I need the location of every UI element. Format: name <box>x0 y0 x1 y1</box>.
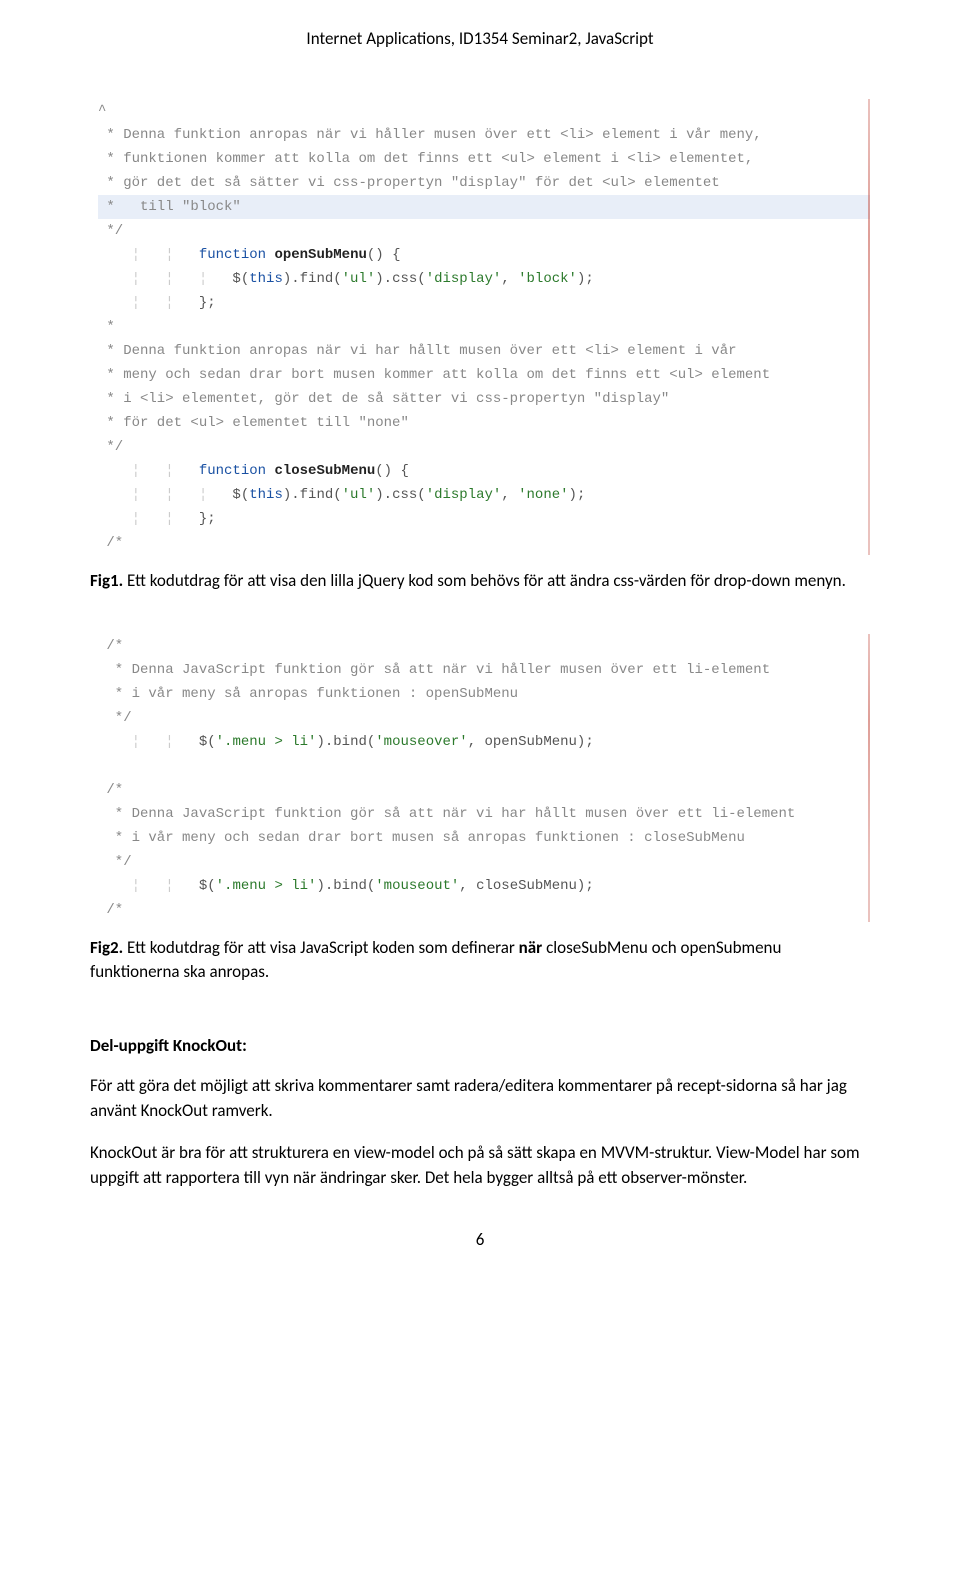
code-line: /* <box>98 634 870 658</box>
margin-rule <box>868 634 870 922</box>
code-line: ¦ ¦ }; <box>98 291 870 315</box>
code-line: ¦ ¦ function closeSubMenu() { <box>98 459 870 483</box>
code-line: ¦ ¦ $('.menu > li').bind('mouseover', op… <box>98 730 870 754</box>
code-figure-1: ^ * Denna funktion anropas när vi håller… <box>90 99 870 555</box>
page-number: 6 <box>0 1229 960 1250</box>
code-line: * i vår meny och sedan drar bort musen s… <box>98 826 870 850</box>
figure1-caption: Fig1. Ett kodutdrag för att visa den lil… <box>90 569 870 594</box>
code-line: * funktionen kommer att kolla om det fin… <box>98 147 870 171</box>
code-line: * Denna funktion anropas när vi håller m… <box>98 123 870 147</box>
code-line: ¦ ¦ function openSubMenu() { <box>98 243 870 267</box>
code-line: * Denna funktion anropas när vi har håll… <box>98 339 870 363</box>
body-paragraph: KnockOut är bra för att strukturera en v… <box>90 1141 870 1190</box>
code-line: * gör det det så sätter vi css-propertyn… <box>98 171 870 195</box>
figure2-caption: Fig2. Ett kodutdrag för att visa JavaScr… <box>90 936 870 985</box>
code-line: ¦ ¦ ¦ $(this).find('ul').css('display', … <box>98 267 870 291</box>
code-figure-2: /* * Denna JavaScript funktion gör så at… <box>90 634 870 922</box>
section-heading-knockout: Del-uppgift KnockOut: <box>90 1035 870 1056</box>
code-line-highlighted: * till "block" <box>98 195 870 219</box>
code-line: ¦ ¦ ¦ $(this).find('ul').css('display', … <box>98 483 870 507</box>
page-header: Internet Applications, ID1354 Seminar2, … <box>90 0 870 99</box>
code-line: * <box>98 315 870 339</box>
code-line: /* <box>98 898 870 922</box>
code-line <box>98 754 870 778</box>
code-line: * meny och sedan drar bort musen kommer … <box>98 363 870 387</box>
code-line: * Denna JavaScript funktion gör så att n… <box>98 802 870 826</box>
code-line: * i vår meny så anropas funktionen : ope… <box>98 682 870 706</box>
code-line: * för det <ul> elementet till "none" <box>98 411 870 435</box>
code-line: * i <li> elementet, gör det de så sätter… <box>98 387 870 411</box>
code-line: /* <box>98 531 870 555</box>
code-line: ¦ ¦ $('.menu > li').bind('mouseout', clo… <box>98 874 870 898</box>
code-line: /* <box>98 778 870 802</box>
code-line: ¦ ¦ }; <box>98 507 870 531</box>
code-line: */ <box>98 435 870 459</box>
margin-rule <box>868 99 870 555</box>
body-paragraph: För att göra det möjligt att skriva komm… <box>90 1074 870 1123</box>
code-line: * Denna JavaScript funktion gör så att n… <box>98 658 870 682</box>
code-line: */ <box>98 850 870 874</box>
code-line: */ <box>98 706 870 730</box>
code-line: ^ <box>98 99 870 123</box>
code-line: */ <box>98 219 870 243</box>
